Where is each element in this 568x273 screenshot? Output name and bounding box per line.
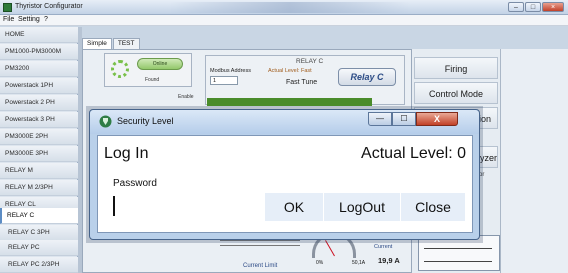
dialog-body: Log In Actual Level: 0 Password OK LogOu… <box>97 135 473 233</box>
password-input[interactable] <box>111 193 251 221</box>
actual-level-label: Actual Level: Fast <box>268 68 312 74</box>
dialog-minimize-button[interactable]: — <box>368 112 392 126</box>
menu-setting[interactable]: Setting <box>18 16 40 23</box>
sidebar-item-pm3200[interactable]: PM3200 <box>0 61 78 77</box>
dialog-title: Security Level <box>117 116 174 126</box>
current-number: 19,9 <box>378 256 393 265</box>
status-bar <box>207 98 372 106</box>
sidebar-item-relay-m[interactable]: RELAY M <box>0 163 78 179</box>
security-level-dialog: Security Level — ☐ X Log In Actual Level… <box>89 109 480 240</box>
sidebar-item-powerstack-1ph[interactable]: Powerstack 1PH <box>0 78 78 94</box>
app-title: Thyristor Configurator <box>15 3 83 10</box>
text-caret <box>113 196 115 216</box>
sidebar-item-powerstack-2ph[interactable]: Powerstack 2 PH <box>0 95 78 111</box>
firing-button[interactable]: Firing <box>414 57 498 79</box>
gauge-max-label: 50,1A <box>352 260 366 266</box>
sidebar-item-pm3000e-3ph[interactable]: PM3000E 3PH <box>0 146 78 162</box>
dialog-titlebar[interactable]: Security Level — ☐ X <box>90 110 479 134</box>
menubar: File Setting ? <box>0 15 568 26</box>
current-value: 19,9 A <box>378 256 400 265</box>
ok-button[interactable]: OK <box>265 193 323 221</box>
found-label: Found <box>145 77 160 83</box>
app-minimize-button[interactable]: – <box>508 2 524 12</box>
waveform-trace <box>424 248 492 262</box>
sidebar-item-relay-m-23ph[interactable]: RELAY M 2/3PH <box>0 180 78 196</box>
sidebar-item-relay-pc[interactable]: RELAY PC <box>0 240 78 256</box>
sidebar-item-relay-c-3ph[interactable]: RELAY C 3PH <box>0 225 78 241</box>
sidebar-item-relay-pc-23ph[interactable]: RELAY PC 2/3PH <box>0 257 78 273</box>
fast-tune-label: Fast Tune <box>286 79 318 86</box>
sidebar-item-home[interactable]: HOME <box>0 27 78 43</box>
close-button[interactable]: Close <box>401 193 465 221</box>
actual-level-value: Actual Level: 0 <box>361 145 466 162</box>
titlebar-blur <box>170 2 410 13</box>
app-icon <box>3 3 12 12</box>
graph-panel <box>500 49 568 273</box>
modbus-label: Modbus Address <box>210 68 251 74</box>
sidebar-item-powerstack-3ph[interactable]: Powerstack 3 PH <box>0 112 78 128</box>
menu-help[interactable]: ? <box>44 16 48 23</box>
shield-icon <box>99 115 112 128</box>
current-label: Current <box>374 244 393 250</box>
logout-button[interactable]: LogOut <box>324 193 400 221</box>
control-mode-button[interactable]: Control Mode <box>414 82 498 104</box>
tab-simple[interactable]: Simple <box>82 38 112 49</box>
sidebar-item-pm3000e-2ph[interactable]: PM3000E 2PH <box>0 129 78 145</box>
sidebar-item-pm1000[interactable]: PM1000-PM3000M <box>0 44 78 60</box>
gauge-min-label: 0% <box>316 260 324 266</box>
app-titlebar: Thyristor Configurator – □ × <box>0 0 568 15</box>
dialog-maximize-button[interactable]: ☐ <box>392 112 416 126</box>
app-close-button[interactable]: × <box>542 2 564 12</box>
login-label: Log In <box>104 145 149 162</box>
connection-widget: Online Found <box>104 53 192 87</box>
relay-logo: Relay C <box>338 68 396 86</box>
scan-ring-icon <box>111 60 129 78</box>
modbus-address-input[interactable]: 1 <box>210 76 238 85</box>
current-unit: A <box>394 256 400 265</box>
tab-strip: Simple TEST <box>82 38 141 49</box>
enable-label: Enable <box>178 94 194 100</box>
current-limit-label: Current Limit <box>243 263 278 269</box>
sidebar: HOME PM1000-PM3000M PM3200 Powerstack 1P… <box>0 27 78 273</box>
app-maximize-button[interactable]: □ <box>525 2 541 12</box>
password-label: Password <box>113 178 157 189</box>
tab-test[interactable]: TEST <box>112 38 140 49</box>
app-window-controls: – □ × <box>508 2 564 12</box>
online-button[interactable]: Online <box>137 58 183 70</box>
relay-title: RELAY C <box>296 58 324 65</box>
dialog-close-button[interactable]: X <box>416 112 458 126</box>
menu-file[interactable]: File <box>3 16 14 23</box>
sidebar-item-relay-c[interactable]: RELAY C <box>0 208 78 224</box>
